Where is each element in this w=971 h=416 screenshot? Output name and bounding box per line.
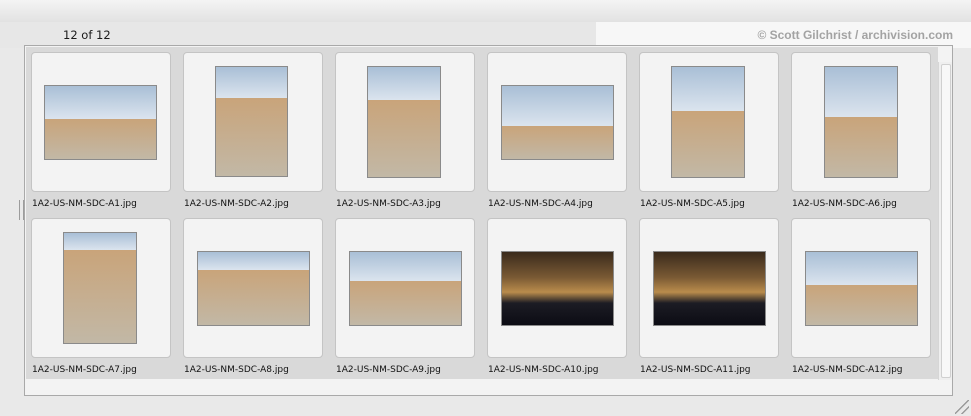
image-counter: 12 of 12 xyxy=(63,28,111,42)
scrollbar-thumb[interactable] xyxy=(941,64,951,378)
thumbnail-10[interactable] xyxy=(487,218,627,358)
thumbnail-filename: 1A2-US-NM-SDC-A6.jpg xyxy=(792,199,897,209)
thumbnail-3[interactable] xyxy=(335,52,475,192)
vigas-photo xyxy=(197,251,310,326)
panel-splitter-grip[interactable] xyxy=(19,200,24,220)
church-towers-photo xyxy=(671,66,745,178)
adobe-arch-photo xyxy=(215,66,288,177)
thumbnail-filename: 1A2-US-NM-SDC-A3.jpg xyxy=(336,199,441,209)
thumbnail-4[interactable] xyxy=(487,52,627,192)
resize-grip-icon[interactable] xyxy=(955,400,969,414)
plaza-photo xyxy=(349,251,462,326)
thumbnail-filename: 1A2-US-NM-SDC-A10.jpg xyxy=(488,365,599,375)
thumbnail-2[interactable] xyxy=(183,52,323,192)
church-facade-photo xyxy=(367,66,441,178)
thumbnail-filename: 1A2-US-NM-SDC-A2.jpg xyxy=(184,199,289,209)
thumbnail-filename: 1A2-US-NM-SDC-A7.jpg xyxy=(32,365,137,375)
thumbnail-1[interactable] xyxy=(31,52,171,192)
thumbnail-filename: 1A2-US-NM-SDC-A5.jpg xyxy=(640,199,745,209)
title-bar xyxy=(0,0,971,23)
thumbnail-filename: 1A2-US-NM-SDC-A1.jpg xyxy=(32,199,137,209)
altar-photo xyxy=(653,251,766,326)
courtyard-photo xyxy=(44,85,157,160)
thumbnail-filename: 1A2-US-NM-SDC-A4.jpg xyxy=(488,199,593,209)
landscape-photo xyxy=(805,251,918,326)
thumbnail-7[interactable] xyxy=(31,218,171,358)
vertical-scrollbar[interactable] xyxy=(938,62,952,380)
thumbnail-6[interactable] xyxy=(791,52,931,192)
bell-tower-photo xyxy=(824,66,898,178)
thumbnail-filename: 1A2-US-NM-SDC-A11.jpg xyxy=(640,365,751,375)
thumbnail-filename: 1A2-US-NM-SDC-A12.jpg xyxy=(792,365,903,375)
thumbnail-11[interactable] xyxy=(639,218,779,358)
thumbnail-9[interactable] xyxy=(335,218,475,358)
thumbnail-filename: 1A2-US-NM-SDC-A9.jpg xyxy=(336,365,441,375)
church-hillside-photo xyxy=(501,85,614,160)
interior-crowd-photo xyxy=(501,251,614,326)
thumbnail-12[interactable] xyxy=(791,218,931,358)
thumbnail-grid: 1A2-US-NM-SDC-A1.jpg 1A2-US-NM-SDC-A2.jpg… xyxy=(26,47,938,379)
thumbnail-filename: 1A2-US-NM-SDC-A8.jpg xyxy=(184,365,289,375)
copyright-text: © Scott Gilchrist / archivision.com xyxy=(757,28,953,42)
thumbnail-5[interactable] xyxy=(639,52,779,192)
thumbnail-8[interactable] xyxy=(183,218,323,358)
adobe-wall-photo xyxy=(63,232,137,344)
